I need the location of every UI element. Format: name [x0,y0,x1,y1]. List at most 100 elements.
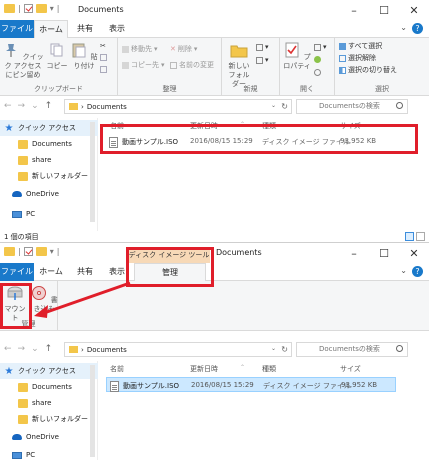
refresh-icon[interactable]: ↻ [281,102,288,111]
ribbon-expand-icon[interactable]: ⌄ [400,266,407,275]
new-item-button[interactable]: ▾ [256,43,269,51]
delete-button[interactable]: ✕ 削除 ▾ [170,44,197,54]
details-view-icon[interactable] [405,232,414,241]
rename-label: 名前の変更 [179,61,214,69]
nav-item-share[interactable]: share [0,395,98,411]
edit-button[interactable] [314,56,321,63]
column-modified[interactable]: 更新日時 [190,364,218,374]
recent-dropdown-icon[interactable]: ⌄ [31,101,39,111]
new-folder-icon [230,45,248,58]
nav-item-label: 新しいフォルダー [32,415,88,423]
folder-icon [18,382,28,392]
explorer-window-manage: | ▾ | ディスク イメージ ツール Documents – ☐ ✕ ファイル… [0,243,429,460]
tab-view[interactable]: 表示 [102,20,132,38]
burn-button[interactable]: 書き込み [30,285,58,314]
column-type[interactable]: 種類 [262,364,276,374]
address-bar-row: ← → ⌄ ↑ › Documents ⌄ ↻ Documentsの検索 [0,96,429,118]
address-dropdown-icon[interactable]: ⌄ [271,102,276,109]
file-size: 93,952 KB [341,381,378,389]
nav-item-documents[interactable]: Documents [0,136,98,152]
select-all-button[interactable]: すべて選択 [339,41,382,51]
tab-home[interactable]: ホーム [34,20,68,39]
paste-button[interactable]: 貼り付け [70,42,98,71]
close-button[interactable]: ✕ [399,243,429,263]
easy-access-button[interactable]: ▾ [256,56,269,64]
nav-item-quick-access[interactable]: ★ クイック アクセス [0,120,98,136]
qat-dropdown-icon[interactable]: ▾ [50,4,54,13]
address-bar[interactable]: › Documents ⌄ ↻ [64,342,292,357]
copy-path-button[interactable] [100,54,107,61]
select-group: すべて選択 選択解除 選択の切り替え 選択 [335,38,429,96]
refresh-icon[interactable]: ↻ [281,345,288,354]
column-size[interactable]: サイズ [340,364,361,374]
forward-arrow-icon[interactable]: → [18,101,26,111]
properties-check-icon[interactable] [23,4,33,13]
cut-button[interactable]: ✂ [100,42,106,50]
select-none-button[interactable]: 選択解除 [339,53,376,63]
ribbon-tabs: ファイル ホーム 共有 表示 ⌄ ? [0,20,429,39]
select-none-icon [339,54,346,62]
open-button[interactable]: ▾ [314,43,327,51]
pin-quick-access-button[interactable]: クイック アクセス にピン留め [2,42,44,80]
copy-to-button[interactable]: コピー先 ▾ [122,60,165,70]
help-icon[interactable]: ? [412,23,423,34]
tab-home[interactable]: ホーム [34,263,68,281]
invert-selection-button[interactable]: 選択の切り替え [339,65,397,75]
nav-item-label: 新しいフォルダー [32,172,88,180]
rename-icon [170,61,177,69]
history-button[interactable] [314,69,321,76]
file-row-selected[interactable]: 動画サンプル.ISO 2016/08/15 15:29 ディスク イメージ ファ… [106,377,396,392]
properties-button[interactable]: プロパティ [282,42,312,71]
tab-share[interactable]: 共有 [70,263,100,281]
share-folder-icon [18,155,28,165]
new-folder-icon[interactable] [35,4,47,13]
nav-item-onedrive[interactable]: OneDrive [0,429,98,445]
new-folder-button[interactable]: 新しい フォルダー [226,42,252,89]
dropdown-icon: ▾ [323,43,327,51]
address-bar[interactable]: › Documents ⌄ ↻ [64,99,292,114]
address-dropdown-icon[interactable]: ⌄ [271,345,276,352]
large-icons-view-icon[interactable] [416,232,425,241]
explorer-window-home: | ▾ | Documents – ☐ ✕ ファイル ホーム 共有 表示 ⌄ ?… [0,0,429,243]
nav-item-pc[interactable]: PC [0,206,98,222]
new-folder-icon[interactable] [35,247,47,256]
up-arrow-icon[interactable]: ↑ [45,344,53,354]
nav-item-new-folder[interactable]: 新しいフォルダー [0,168,98,184]
maximize-button[interactable]: ☐ [369,0,399,20]
tab-file[interactable]: ファイル [0,20,34,38]
up-arrow-icon[interactable]: ↑ [45,101,53,111]
recent-dropdown-icon[interactable]: ⌄ [31,344,39,354]
burn-disc-icon [32,286,47,300]
back-arrow-icon[interactable]: ← [4,344,12,354]
help-icon[interactable]: ? [412,266,423,277]
nav-item-onedrive[interactable]: OneDrive [0,186,98,202]
nav-item-new-folder[interactable]: 新しいフォルダー [0,411,98,427]
forward-arrow-icon[interactable]: → [18,344,26,354]
move-to-button[interactable]: 移動先 ▾ [122,44,158,54]
nav-scrollbar[interactable] [90,122,95,222]
column-name[interactable]: 名前 [110,364,124,374]
properties-check-icon[interactable] [23,247,33,256]
nav-item-pc[interactable]: PC [0,447,98,460]
rename-button[interactable]: 名前の変更 [170,60,214,70]
search-input[interactable]: Documentsの検索 [296,99,408,114]
maximize-button[interactable]: ☐ [369,243,399,263]
breadcrumb-documents[interactable]: Documents [87,103,127,111]
minimize-button[interactable]: – [339,243,369,263]
star-icon: ★ [4,122,14,134]
paste-shortcut-button[interactable] [100,66,107,73]
ribbon-expand-icon[interactable]: ⌄ [400,23,407,32]
breadcrumb-documents[interactable]: Documents [87,346,127,354]
minimize-button[interactable]: – [339,0,369,20]
tab-share[interactable]: 共有 [70,20,100,38]
nav-item-documents[interactable]: Documents [0,379,98,395]
tab-file[interactable]: ファイル [0,263,34,281]
nav-scrollbar[interactable] [90,365,95,457]
back-arrow-icon[interactable]: ← [4,101,12,111]
nav-item-share[interactable]: share [0,152,98,168]
close-button[interactable]: ✕ [399,0,429,20]
nav-item-quick-access[interactable]: ★ クイック アクセス [0,363,98,379]
qat-dropdown-icon[interactable]: ▾ [50,247,54,256]
search-input[interactable]: Documentsの検索 [296,342,408,357]
copy-button[interactable]: コピー [46,42,68,71]
